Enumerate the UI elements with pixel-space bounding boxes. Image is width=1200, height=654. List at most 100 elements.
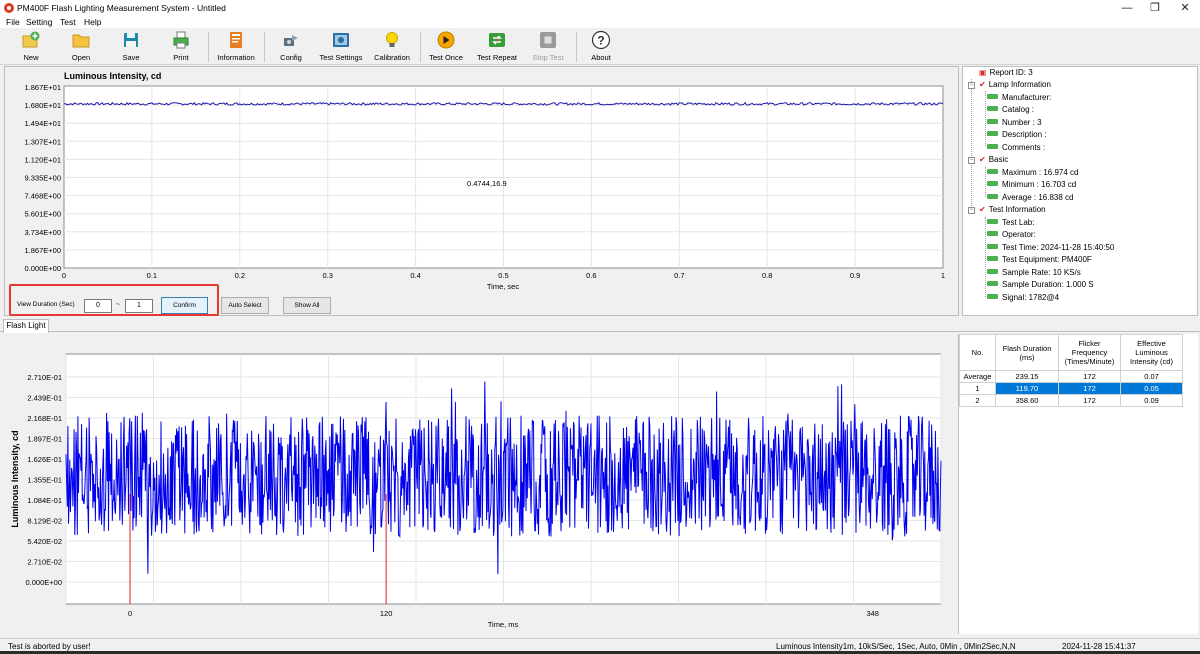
x-axis-label: Time, ms xyxy=(488,620,519,629)
about-label: About xyxy=(591,53,611,62)
print-button[interactable]: Print xyxy=(164,30,198,64)
y-tick-label: 1.680E+01 xyxy=(25,101,62,110)
save-button[interactable]: Save xyxy=(114,30,148,64)
x-tick-label: 348 xyxy=(866,609,879,618)
highlight-annotation-box xyxy=(9,284,219,316)
results-table-panel: No. Flash Duration (ms) Flicker Frequenc… xyxy=(958,334,1198,634)
tree-item-sample-duration[interactable]: Sample Duration: 1.000 S xyxy=(987,279,1094,291)
show-all-button[interactable]: Show All xyxy=(283,297,331,314)
tree-item-test-lab[interactable]: Test Lab: xyxy=(987,217,1034,229)
tab-flash-light[interactable]: Flash Light xyxy=(3,319,49,333)
calibration-button[interactable]: Calibration xyxy=(370,30,414,64)
collapse-toggle-icon[interactable]: − xyxy=(968,157,975,164)
y-tick-label: 1.120E+01 xyxy=(25,155,62,164)
leaf-icon xyxy=(987,269,998,275)
tree-report-id[interactable]: ▣ Report ID: 3 xyxy=(979,67,1033,79)
table-cell: 358.60 xyxy=(995,394,1059,407)
flash-light-chart[interactable]: 2.710E-01 2.439E-01 2.168E-01 1.897E-01 1.62… xyxy=(4,334,954,634)
information-button[interactable]: Information xyxy=(212,30,260,64)
tree-item-maximum[interactable]: Maximum : 16.974 cd xyxy=(987,167,1078,179)
column-header-no[interactable]: No. xyxy=(959,334,996,371)
luminous-intensity-chart[interactable]: Luminous Intensity, cd 1.867E+01 1.680E+0… xyxy=(5,67,958,293)
column-header-effective-intensity[interactable]: Effective Luminous Intensity (cd) xyxy=(1120,334,1183,371)
collapse-toggle-icon[interactable]: − xyxy=(968,207,975,214)
toolbar-separator xyxy=(576,32,577,62)
leaf-icon xyxy=(987,194,998,200)
menu-test[interactable]: Test xyxy=(60,16,76,28)
y-tick-label: 7.468E+00 xyxy=(25,192,62,201)
table-row-selected[interactable]: 1 119.70 172 0.05 xyxy=(959,382,1183,395)
open-label: Open xyxy=(71,53,91,62)
tree-item-minimum[interactable]: Minimum : 16.703 cd xyxy=(987,179,1076,191)
table-row[interactable]: Average 239.15 172 0.07 xyxy=(959,370,1183,383)
test-settings-button[interactable]: Test Settings xyxy=(316,30,366,64)
tree-item-average[interactable]: Average : 16.838 cd xyxy=(987,192,1073,204)
table-row[interactable]: 2 358.60 172 0.09 xyxy=(959,394,1183,407)
x-tick-label: 0.9 xyxy=(850,271,860,280)
toolbar-separator xyxy=(420,32,421,62)
collapse-toggle-icon[interactable]: − xyxy=(968,82,975,89)
column-header-flicker-frequency[interactable]: Flicker Frequency (Times/Minute) xyxy=(1058,334,1121,371)
tree-item-catalog[interactable]: Catalog : xyxy=(987,104,1034,116)
stop-test-button[interactable]: Stop Test xyxy=(528,30,568,64)
svg-text:?: ? xyxy=(597,34,604,48)
report-tree: ▣ Report ID: 3 − ✔ Lamp Information Manufa… xyxy=(962,66,1198,316)
menu-setting[interactable]: Setting xyxy=(26,16,52,28)
test-repeat-button[interactable]: Test Repeat xyxy=(472,30,522,64)
tree-item-test-time[interactable]: Test Time: 2024-11-28 15:40:50 xyxy=(987,242,1114,254)
table-cell: 0.09 xyxy=(1120,394,1183,407)
status-settings: Luminous Intensity1m, 10kS/Sec, 1Sec, Au… xyxy=(776,642,1016,651)
tree-item-comments[interactable]: Comments : xyxy=(987,142,1045,154)
leaf-icon xyxy=(987,94,998,100)
x-axis-label: Time, sec xyxy=(487,282,519,291)
tree-node-test-information[interactable]: ✔ Test Information xyxy=(979,204,1046,216)
flash-light-chart-panel: 2.710E-01 2.439E-01 2.168E-01 1.897E-01 1.62… xyxy=(4,334,954,634)
y-tick-label: 2.168E-01 xyxy=(27,414,62,423)
calibration-label: Calibration xyxy=(374,53,410,62)
new-button[interactable]: New xyxy=(14,30,48,64)
table-cell: 1 xyxy=(959,382,996,395)
menu-help[interactable]: Help xyxy=(84,16,101,28)
save-label: Save xyxy=(122,53,140,62)
tree-node-lamp-information[interactable]: ✔ Lamp Information xyxy=(979,79,1051,91)
toolbar-separator xyxy=(264,32,265,62)
menu-file[interactable]: File xyxy=(6,16,20,28)
open-button[interactable]: Open xyxy=(64,30,98,64)
minimize-button[interactable]: — xyxy=(1114,0,1140,16)
config-button[interactable]: Config xyxy=(272,30,310,64)
y-tick-label: 9.335E+00 xyxy=(25,174,62,183)
column-header-flash-duration[interactable]: Flash Duration (ms) xyxy=(995,334,1059,371)
tree-item-sample-rate[interactable]: Sample Rate: 10 KS/s xyxy=(987,267,1081,279)
y-tick-label: 1.626E-01 xyxy=(27,455,62,464)
tree-item-description[interactable]: Description : xyxy=(987,129,1046,141)
leaf-icon xyxy=(987,294,998,300)
check-icon: ✔ xyxy=(979,155,986,164)
y-tick-label: 1.494E+01 xyxy=(25,119,62,128)
y-tick-label: 1.084E-01 xyxy=(27,496,62,505)
tree-item-manufacturer[interactable]: Manufacturer: xyxy=(987,92,1051,104)
y-axis-label: Luminous Intensity, cd xyxy=(10,430,20,527)
cursor-annotation: 0.4744,16.9 xyxy=(467,179,507,188)
test-once-icon xyxy=(437,31,455,49)
save-icon xyxy=(124,33,138,47)
x-tick-label: 0.1 xyxy=(147,271,157,280)
table-cell: 0.05 xyxy=(1120,382,1183,395)
x-axis-ticks: 0 120 348 xyxy=(128,609,879,618)
tree-item-signal[interactable]: Signal: 1782@4 xyxy=(987,292,1059,304)
restore-button[interactable]: ❐ xyxy=(1142,0,1168,16)
new-label: New xyxy=(23,53,39,62)
leaf-icon xyxy=(987,219,998,225)
x-tick-label: 0.5 xyxy=(498,271,508,280)
tree-item-operator[interactable]: Operator: xyxy=(987,229,1036,241)
config-label: Config xyxy=(280,53,302,62)
about-button[interactable]: ? About xyxy=(584,30,618,64)
tree-item-number[interactable]: Number : 3 xyxy=(987,117,1042,129)
leaf-icon xyxy=(987,256,998,262)
auto-select-button[interactable]: Auto Select xyxy=(221,297,269,314)
tree-node-basic[interactable]: ✔ Basic xyxy=(979,154,1008,166)
x-tick-label: 0 xyxy=(62,271,66,280)
test-once-button[interactable]: Test Once xyxy=(426,30,466,64)
tree-item-test-equipment[interactable]: Test Equipment: PM400F xyxy=(987,254,1092,266)
y-tick-label: 3.734E+00 xyxy=(25,228,62,237)
close-button[interactable]: ✕ xyxy=(1172,0,1198,16)
